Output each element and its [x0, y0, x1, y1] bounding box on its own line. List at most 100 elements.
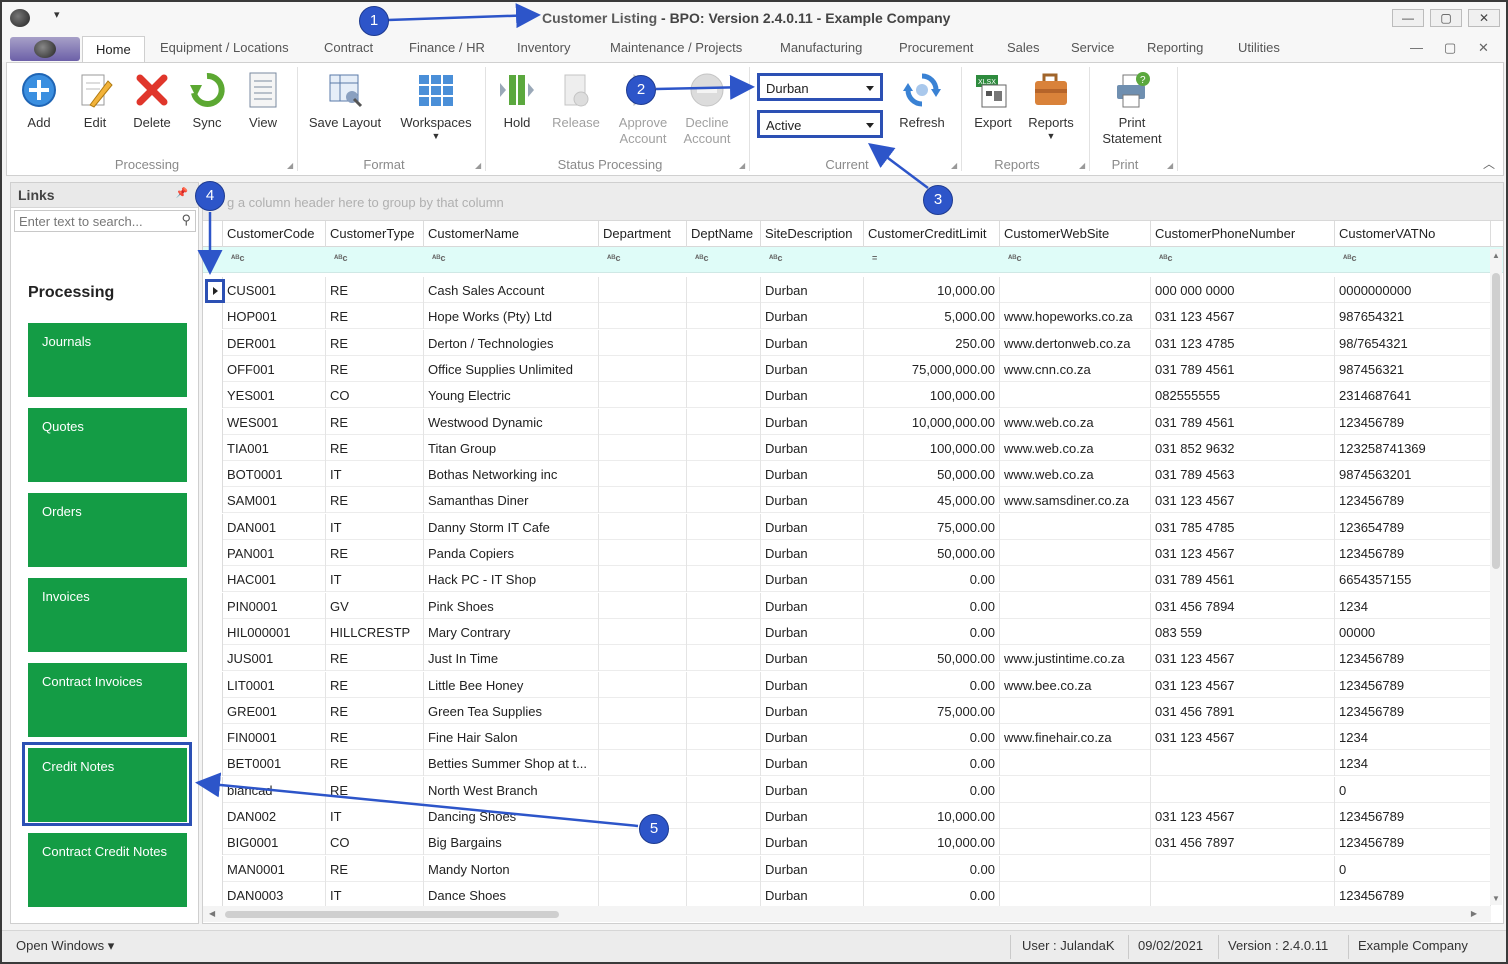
cell-customervatno[interactable]: 123258741369	[1335, 434, 1491, 461]
group-by-panel[interactable]: g a column header here to group by that …	[203, 183, 1503, 221]
tile-invoices[interactable]: Invoices	[28, 578, 187, 652]
cell-customertype[interactable]: HILLCRESTP	[326, 618, 424, 645]
row-indicator[interactable]	[203, 618, 223, 645]
cell-customerphonenumber[interactable]: 031 123 4567	[1151, 671, 1335, 698]
tab-manufacturing[interactable]: Manufacturing	[780, 40, 862, 55]
maximize-button[interactable]: ▢	[1430, 9, 1462, 27]
cell-customercreditlimit[interactable]: 75,000,000.00	[864, 355, 1000, 382]
status-group-launcher[interactable]: ◢	[739, 161, 745, 170]
cell-customername[interactable]: Office Supplies Unlimited	[424, 355, 599, 382]
cell-customerphonenumber[interactable]	[1151, 881, 1335, 908]
cell-customerphonenumber[interactable]: 031 789 4561	[1151, 355, 1335, 382]
row-indicator[interactable]	[203, 671, 223, 698]
cell-customername[interactable]: Titan Group	[424, 434, 599, 461]
table-row[interactable]: DER001 RE Derton / Technologies Durban 250.0…	[203, 329, 1491, 356]
cell-customervatno[interactable]: 1234	[1335, 724, 1491, 751]
cell-customertype[interactable]: IT	[326, 566, 424, 593]
row-indicator[interactable]	[203, 776, 223, 803]
cell-customertype[interactable]: GV	[326, 592, 424, 619]
cell-deptname[interactable]	[687, 803, 761, 829]
cell-customertype[interactable]: RE	[326, 750, 424, 777]
row-indicator[interactable]	[203, 855, 223, 882]
cell-deptname[interactable]	[687, 329, 761, 356]
cell-customerphonenumber[interactable]: 031 789 4561	[1151, 566, 1335, 593]
cell-customercreditlimit[interactable]: 0.00	[864, 855, 1000, 882]
cell-customervatno[interactable]: 123456789	[1335, 487, 1491, 514]
tab-home[interactable]: Home	[82, 36, 145, 63]
decline-account-button[interactable]: Decline Account	[679, 67, 735, 147]
cell-customertype[interactable]: RE	[326, 303, 424, 330]
cell-customerwebsite[interactable]	[1000, 803, 1151, 829]
cell-customercode[interactable]: BIG0001	[223, 829, 326, 856]
hold-button[interactable]: Hold	[495, 67, 539, 131]
cell-customertype[interactable]: RE	[326, 540, 424, 566]
cell-customertype[interactable]: RE	[326, 855, 424, 882]
cell-customercode[interactable]: PAN001	[223, 540, 326, 566]
format-group-launcher[interactable]: ◢	[475, 161, 481, 170]
tile-journals[interactable]: Journals	[28, 323, 187, 397]
cell-customerwebsite[interactable]	[1000, 829, 1151, 856]
cell-deptname[interactable]	[687, 355, 761, 382]
cell-customercreditlimit[interactable]: 10,000.00	[864, 803, 1000, 829]
row-indicator[interactable]	[203, 461, 223, 488]
cell-customerphonenumber[interactable]: 082555555	[1151, 382, 1335, 409]
cell-customertype[interactable]: IT	[326, 803, 424, 829]
table-row[interactable]: WES001 RE Westwood Dynamic Durban 10,000,000…	[203, 408, 1491, 435]
cell-customertype[interactable]: IT	[326, 461, 424, 488]
cell-customerwebsite[interactable]: www.hopeworks.co.za	[1000, 303, 1151, 330]
cell-customername[interactable]: Danny Storm IT Cafe	[424, 513, 599, 540]
cell-department[interactable]	[599, 697, 687, 724]
cell-customercode[interactable]: biancad	[223, 776, 326, 803]
tab-reporting[interactable]: Reporting	[1147, 40, 1203, 55]
table-row[interactable]: HIL000001 HILLCRESTP Mary Contrary Durban 0.…	[203, 618, 1491, 645]
reports-button[interactable]: Reports ▼	[1025, 67, 1077, 141]
row-indicator[interactable]	[203, 329, 223, 356]
cell-department[interactable]	[599, 303, 687, 330]
cell-deptname[interactable]	[687, 881, 761, 908]
release-button[interactable]: Release	[549, 67, 603, 131]
cell-customerphonenumber[interactable]: 031 123 4567	[1151, 303, 1335, 330]
cell-department[interactable]	[599, 776, 687, 803]
table-row[interactable]: DAN002 IT Dancing Shoes Durban 10,000.00 031 …	[203, 803, 1491, 829]
cell-deptname[interactable]	[687, 487, 761, 514]
cell-customerwebsite[interactable]	[1000, 277, 1151, 303]
cell-customername[interactable]: Young Electric	[424, 382, 599, 409]
table-row[interactable]: BOT0001 IT Bothas Networking inc Durban 50,0…	[203, 461, 1491, 488]
cell-customercreditlimit[interactable]: 10,000,000.00	[864, 408, 1000, 435]
cell-sitedescription[interactable]: Durban	[761, 382, 864, 409]
cell-customercreditlimit[interactable]: 250.00	[864, 329, 1000, 356]
cell-customerwebsite[interactable]: www.web.co.za	[1000, 434, 1151, 461]
cell-deptname[interactable]	[687, 540, 761, 566]
cell-customercode[interactable]: BET0001	[223, 750, 326, 777]
cell-customercode[interactable]: DER001	[223, 329, 326, 356]
cell-customerphonenumber[interactable]: 031 456 7897	[1151, 829, 1335, 856]
cell-customerwebsite[interactable]: www.dertonweb.co.za	[1000, 329, 1151, 356]
cell-customervatno[interactable]: 123456789	[1335, 645, 1491, 672]
filter-text-icon[interactable]: ᴬᴮc	[1159, 253, 1172, 263]
cell-customername[interactable]: Samanthas Diner	[424, 487, 599, 514]
tab-inventory[interactable]: Inventory	[517, 40, 570, 55]
row-indicator[interactable]	[203, 724, 223, 751]
scroll-left-icon[interactable]: ◀	[209, 909, 215, 918]
cell-customercode[interactable]: MAN0001	[223, 855, 326, 882]
cell-customercode[interactable]: PIN0001	[223, 592, 326, 619]
cell-sitedescription[interactable]: Durban	[761, 803, 864, 829]
cell-customerwebsite[interactable]: www.cnn.co.za	[1000, 355, 1151, 382]
table-row[interactable]: GRE001 RE Green Tea Supplies Durban 75,000.0…	[203, 697, 1491, 724]
filter-text-icon[interactable]: ᴬᴮc	[769, 253, 782, 263]
open-windows-menu[interactable]: Open Windows ▾	[16, 938, 114, 954]
cell-customercode[interactable]: HIL000001	[223, 618, 326, 645]
cell-customerwebsite[interactable]	[1000, 697, 1151, 724]
cell-customertype[interactable]: RE	[326, 329, 424, 356]
cell-department[interactable]	[599, 277, 687, 303]
tab-contract[interactable]: Contract	[324, 40, 373, 55]
horizontal-scroll-thumb[interactable]	[225, 911, 559, 918]
table-row[interactable]: CUS001 RE Cash Sales Account Durban 10,000.0…	[203, 277, 1491, 303]
add-button[interactable]: Add	[17, 67, 61, 131]
cell-customercode[interactable]: HAC001	[223, 566, 326, 593]
cell-customercreditlimit[interactable]: 50,000.00	[864, 540, 1000, 566]
mdi-minimize-button[interactable]: —	[1410, 40, 1423, 55]
cell-customercode[interactable]: LIT0001	[223, 671, 326, 698]
cell-customervatno[interactable]: 123456789	[1335, 671, 1491, 698]
cell-customername[interactable]: North West Branch	[424, 776, 599, 803]
